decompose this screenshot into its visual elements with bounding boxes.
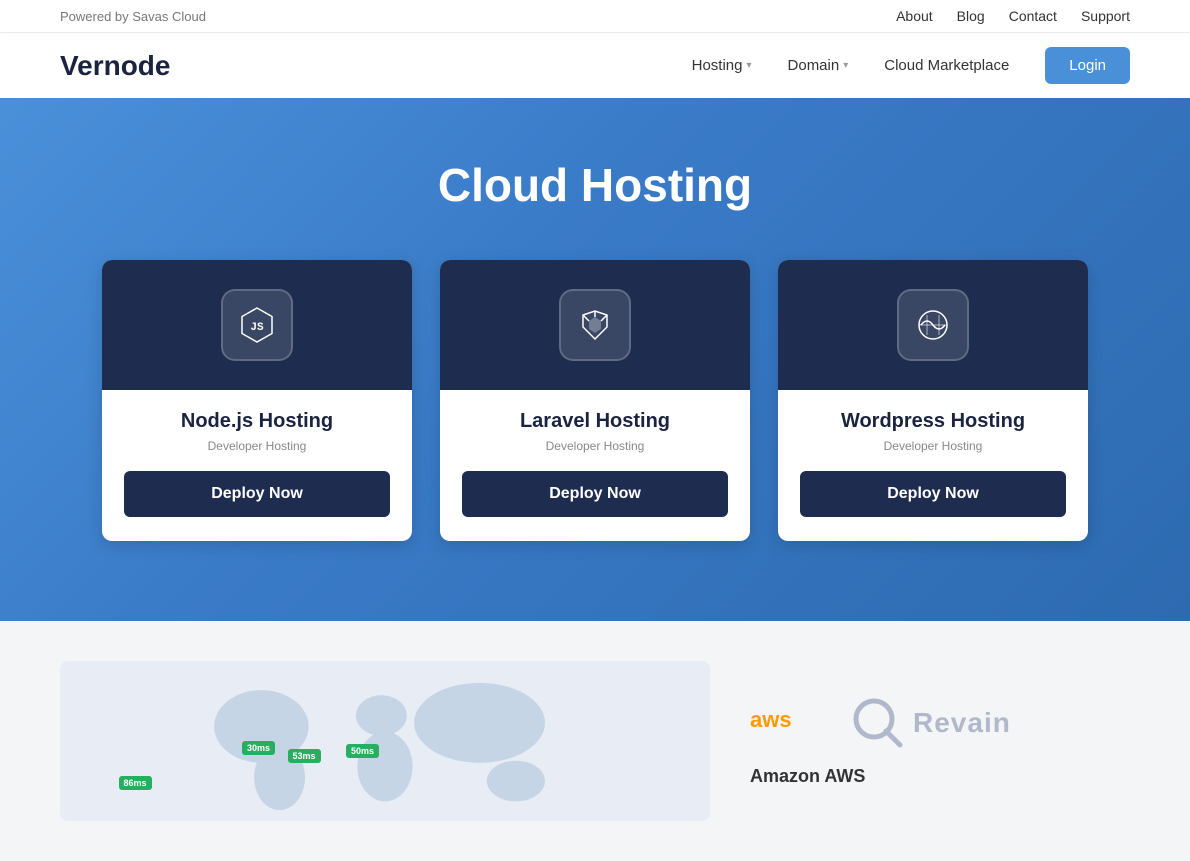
laravel-card-title: Laravel Hosting xyxy=(462,410,728,433)
nodejs-icon-area: JS xyxy=(102,260,412,390)
wordpress-icon-box xyxy=(897,289,969,361)
hosting-nav-label: Hosting xyxy=(692,57,743,74)
cards-grid: JS Node.js Hosting Developer Hosting Dep… xyxy=(60,260,1130,541)
blog-link[interactable]: Blog xyxy=(957,8,985,24)
wordpress-deploy-button[interactable]: Deploy Now xyxy=(800,471,1066,517)
nodejs-card: JS Node.js Hosting Developer Hosting Dep… xyxy=(102,260,412,541)
logo[interactable]: Vernode xyxy=(60,50,170,82)
wordpress-card-title: Wordpress Hosting xyxy=(800,410,1066,433)
hosting-chevron-icon: ▾ xyxy=(746,60,751,71)
login-button[interactable]: Login xyxy=(1045,47,1130,84)
ping-dot-86ms: 86ms xyxy=(119,776,152,790)
wordpress-icon-area xyxy=(778,260,1088,390)
q-logo-svg xyxy=(850,695,905,750)
wordpress-card-body: Wordpress Hosting Developer Hosting Depl… xyxy=(778,390,1088,541)
nodejs-card-subtitle: Developer Hosting xyxy=(124,439,390,453)
bottom-section: 86ms 30ms 53ms 50ms aws Revain Amazon AW… xyxy=(0,621,1190,861)
topbar-links: About Blog Contact Support xyxy=(896,8,1130,24)
logos-area: aws Revain Amazon AWS xyxy=(750,661,1130,821)
laravel-icon-area xyxy=(440,260,750,390)
domain-chevron-icon: ▾ xyxy=(843,60,848,71)
laravel-card: Laravel Hosting Developer Hosting Deploy… xyxy=(440,260,750,541)
laravel-icon xyxy=(575,305,615,345)
support-link[interactable]: Support xyxy=(1081,8,1130,24)
revain-logo-group: Revain xyxy=(850,695,1011,750)
cloud-marketplace-nav-label: Cloud Marketplace xyxy=(884,57,1009,74)
nodejs-card-title: Node.js Hosting xyxy=(124,410,390,433)
wordpress-card-subtitle: Developer Hosting xyxy=(800,439,1066,453)
powered-by-label: Powered by Savas Cloud xyxy=(60,9,206,24)
aws-logo: aws xyxy=(750,699,830,746)
topbar: Powered by Savas Cloud About Blog Contac… xyxy=(0,0,1190,33)
world-map-svg xyxy=(60,661,710,821)
nodejs-icon-box: JS xyxy=(221,289,293,361)
revain-label: Revain xyxy=(913,707,1011,739)
hero-section: Cloud Hosting JS Node.js Hosting Develop… xyxy=(0,98,1190,621)
laravel-deploy-button[interactable]: Deploy Now xyxy=(462,471,728,517)
svg-text:aws: aws xyxy=(750,707,792,732)
nodejs-icon: JS xyxy=(237,305,277,345)
laravel-icon-box xyxy=(559,289,631,361)
cloud-marketplace-nav[interactable]: Cloud Marketplace xyxy=(884,57,1009,74)
domain-nav-label: Domain xyxy=(788,57,840,74)
contact-link[interactable]: Contact xyxy=(1009,8,1057,24)
ping-dot-53ms: 53ms xyxy=(288,749,321,763)
about-link[interactable]: About xyxy=(896,8,933,24)
svg-text:JS: JS xyxy=(250,322,264,334)
map-area: 86ms 30ms 53ms 50ms xyxy=(60,661,710,821)
hosting-nav[interactable]: Hosting ▾ xyxy=(692,57,752,74)
aws-logo-svg: aws xyxy=(750,699,830,739)
nodejs-deploy-button[interactable]: Deploy Now xyxy=(124,471,390,517)
wordpress-icon xyxy=(913,305,953,345)
domain-nav[interactable]: Domain ▾ xyxy=(788,57,849,74)
hero-title: Cloud Hosting xyxy=(60,158,1130,212)
partner-logos: aws Revain xyxy=(750,695,1130,750)
nodejs-card-body: Node.js Hosting Developer Hosting Deploy… xyxy=(102,390,412,541)
wordpress-card: Wordpress Hosting Developer Hosting Depl… xyxy=(778,260,1088,541)
main-nav: Hosting ▾ Domain ▾ Cloud Marketplace Log… xyxy=(692,47,1130,84)
amazon-aws-label: Amazon AWS xyxy=(750,766,1130,787)
laravel-card-body: Laravel Hosting Developer Hosting Deploy… xyxy=(440,390,750,541)
laravel-card-subtitle: Developer Hosting xyxy=(462,439,728,453)
ping-dot-50ms: 50ms xyxy=(346,744,379,758)
header: Vernode Hosting ▾ Domain ▾ Cloud Marketp… xyxy=(0,33,1190,98)
